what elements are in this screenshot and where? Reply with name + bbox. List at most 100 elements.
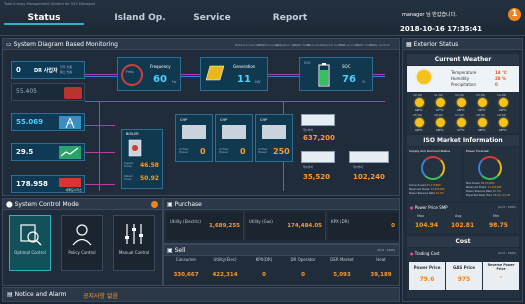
control-title: System Control Mode xyxy=(14,201,79,208)
ess-soc-value: 76 xyxy=(342,74,356,85)
system-diagram-panel: ▭ System Diagram Based Monitoring Networ… xyxy=(2,38,400,196)
supply-title: Supply and Demand Status xyxy=(409,149,451,153)
trading-cost-card: ● Trading Cost (Unit : KRW) Power Price … xyxy=(407,248,519,298)
supply-row-3-label: Power Reserve Rate xyxy=(409,192,435,195)
sun-icon-1 xyxy=(415,98,424,107)
step-alarm-state[interactable]: Alarm State xyxy=(293,43,311,47)
tab-island-op[interactable]: Island Op. xyxy=(100,11,180,25)
chart-box[interactable]: 29.5 xyxy=(11,143,85,161)
load-2-value[interactable]: 35,520 xyxy=(303,173,330,181)
manual-control-label: Manual Control xyxy=(118,250,150,255)
hour-4: 13:00 xyxy=(476,93,485,97)
notice-title-wrap: ▤ Notice and Alarm xyxy=(7,291,67,298)
sell-col-consumer: Consumer xyxy=(175,257,197,262)
return-temp-value: 50.92 xyxy=(140,175,159,182)
policy-control-button[interactable]: Policy Control xyxy=(61,215,103,271)
sun-icon-current xyxy=(417,70,431,84)
step-optimal[interactable]: Optimal Control xyxy=(321,43,345,47)
step-operation[interactable]: Operation Alarm xyxy=(275,43,300,47)
forecast-row-2-label: Reserved Power xyxy=(466,186,487,189)
optimal-control-label: Optimal Control xyxy=(14,250,46,255)
battery-icon xyxy=(318,63,330,87)
load-3-value[interactable]: 102,240 xyxy=(353,173,385,181)
supply-temp-label: Supply Temp. xyxy=(124,161,134,168)
supply-row-3-value: 22.2% xyxy=(435,192,444,195)
notice-message[interactable]: 공지사항 없음 xyxy=(83,291,118,300)
hour-3: 12:00 xyxy=(455,93,464,97)
chp-tile-3[interactable]: CHP Active Power 250 xyxy=(255,114,293,162)
boiler-tile[interactable]: BOILER Supply Temp. 46.58 Return Temp. 5… xyxy=(121,129,163,189)
tab-report[interactable]: Report xyxy=(250,11,330,25)
sell-header: ▣ Sell xyxy=(164,245,399,256)
supply-row-1-label: Current Load xyxy=(409,184,426,187)
temp-3: 18°C xyxy=(457,108,465,112)
power-price-value: 79.6 xyxy=(419,276,435,283)
forecast-gauge xyxy=(478,156,502,180)
forecast-row-2-value: 13,911MW xyxy=(487,186,502,189)
hour-5: 14:00 xyxy=(497,93,506,97)
hour-2: 11:00 xyxy=(434,93,443,97)
sell-col-der-market: DER Market xyxy=(330,257,354,262)
load-3-image xyxy=(349,151,389,163)
purchase-kpx-label: KPX (DR) xyxy=(331,219,350,224)
temp-1: 16°C xyxy=(415,108,423,112)
chp-tile-2[interactable]: CHP Active Power 0 xyxy=(215,114,253,162)
forecast-row-3-label: Power Reserve Rate xyxy=(466,190,492,193)
step-network[interactable]: Network Connection xyxy=(235,43,265,47)
step-alarm-control[interactable]: Alarm Control xyxy=(355,43,376,47)
supply-temp-value: 46.58 xyxy=(140,162,159,169)
trading-title-wrap: ● Trading Cost xyxy=(410,251,440,256)
ess-label: ESS xyxy=(304,61,311,65)
gas-price-value: 975 xyxy=(457,276,471,283)
optimal-control-button[interactable]: Optimal Control xyxy=(9,215,51,271)
sell-value-kpx: 0 xyxy=(262,272,266,278)
gas-company-box[interactable]: 178.958 서울도시가스 xyxy=(11,175,85,193)
manual-control-icon xyxy=(125,224,143,244)
tab-status[interactable]: Status xyxy=(4,11,84,25)
frequency-tile[interactable]: Freq. Frequency 60 Hz xyxy=(117,57,181,91)
power-plant-box[interactable]: 55.405 xyxy=(11,83,85,101)
temp-9: 16°C xyxy=(478,128,486,132)
user-greeting: manager 님 반갑습니다. xyxy=(402,12,457,18)
step-manual[interactable]: Manual Control xyxy=(339,43,362,47)
forecast-title: Power Forecast xyxy=(466,149,489,153)
sell-col-dr-operator: DR Operator xyxy=(290,257,316,262)
power-line-branch-1 xyxy=(85,125,115,126)
exterior-header: ▦ Exterior Status xyxy=(403,39,522,50)
load-1-value[interactable]: 637,200 xyxy=(303,134,335,142)
policy-control-icon xyxy=(72,224,92,246)
trading-cost-row: Power Price 79.6 GAS Price 975 Reverse P… xyxy=(407,260,519,294)
precipitation-label: Precipitation xyxy=(451,82,477,87)
purchase-utility-elec-value: 1,689,255 xyxy=(209,223,240,229)
forecast-row-4: Expected Peak Hour 18:00~19:00 xyxy=(466,194,510,198)
temp-6: 19°C xyxy=(415,128,423,132)
frequency-title: Frequency xyxy=(150,64,171,69)
transmission-box[interactable]: 55.069 xyxy=(11,113,85,131)
gas-price-cell: GAS Price 975 xyxy=(446,262,482,290)
smp-min-label: Min xyxy=(493,214,500,218)
manual-control-button[interactable]: Manual Control xyxy=(113,215,155,271)
dr-operator-value: 0 xyxy=(16,66,21,74)
temperature-label: Temperature xyxy=(451,70,477,75)
generation-title: Generation xyxy=(233,64,256,69)
dr-operator-box[interactable]: 0 DR 사업자 전력 흐름 통신 흐름 xyxy=(11,61,85,79)
settings-icon[interactable] xyxy=(151,201,158,208)
step-path[interactable]: Path Connection xyxy=(257,43,282,47)
alert-badge[interactable]: 1 xyxy=(508,8,521,21)
temperature-value: 14 °C xyxy=(495,70,507,75)
chp-3-icon xyxy=(262,125,286,139)
reverse-power-price-cell: Reverse Power Price - xyxy=(483,262,519,290)
hour-1: 10:00 xyxy=(413,93,422,97)
ess-tile[interactable]: ESS SOC 76 % xyxy=(299,57,373,91)
chp-tile-1[interactable]: CHP Active Power 0 xyxy=(175,114,213,162)
notice-icon: ▤ xyxy=(7,291,15,298)
hour-7: 16:00 xyxy=(434,113,443,117)
tab-service[interactable]: Service xyxy=(172,11,252,25)
precipitation-value: 0 xyxy=(495,82,498,87)
chp-2-title: CHP xyxy=(220,118,228,122)
reverse-power-price-label: Reverse Power Price xyxy=(487,263,515,271)
step-policy[interactable]: Policy Control xyxy=(369,43,389,47)
purchase-utility-elec: Utility (Electric) 1,689,255 xyxy=(167,212,244,240)
step-bt-control[interactable]: Bt Control xyxy=(307,43,322,47)
generation-tile[interactable]: Generation 11 kW xyxy=(200,57,268,91)
